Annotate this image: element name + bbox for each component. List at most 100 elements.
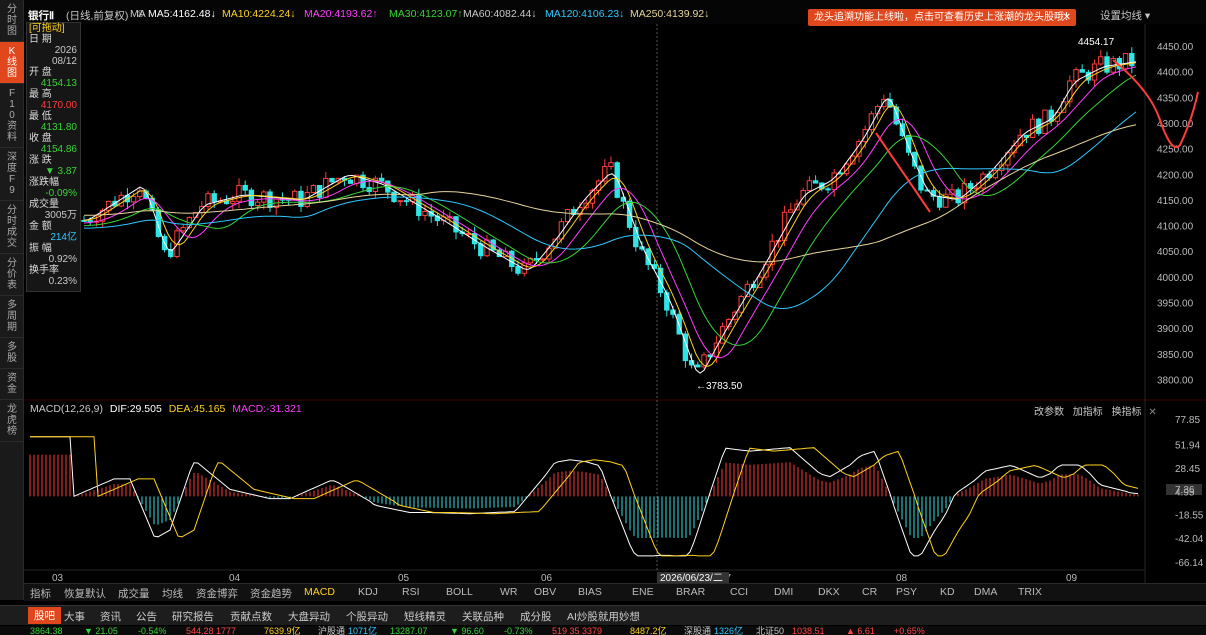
indicator-tab-19[interactable]: PSY	[896, 586, 917, 598]
indicator-tab-2[interactable]: 成交量	[118, 586, 150, 601]
indicator-tab-15[interactable]: CCI	[730, 586, 748, 598]
close-icon[interactable]: ✕	[1148, 407, 1156, 418]
indicator-tab-5[interactable]: 资金趋势	[250, 586, 292, 601]
nav-tab-10[interactable]: 成分股	[520, 609, 552, 624]
nav-tab-9[interactable]: 关联品种	[462, 609, 504, 624]
indicator-tab-16[interactable]: DMI	[774, 586, 793, 598]
indicator-tab-10[interactable]: WR	[500, 586, 518, 598]
candle-down[interactable]	[626, 200, 633, 228]
nav-tab-0[interactable]: 股吧	[28, 607, 61, 624]
sidebar-item-5[interactable]: 分价表	[0, 254, 24, 296]
candle-down[interactable]	[478, 243, 484, 257]
nav-tab-11[interactable]: AI炒股就用妙想	[567, 609, 640, 624]
candle-up[interactable]	[422, 210, 428, 217]
nav-tab-2[interactable]: 资讯	[100, 609, 121, 624]
candle-up[interactable]	[1073, 69, 1079, 82]
candle-up[interactable]	[719, 326, 726, 344]
price-axis-label: 4350.00	[1157, 93, 1194, 104]
candle-down[interactable]	[812, 180, 819, 184]
ma-value-4: MA30:4123.07↑	[389, 8, 463, 20]
candle-down[interactable]	[378, 177, 385, 182]
sidebar-item-7[interactable]: 多股	[0, 338, 24, 369]
candle-down[interactable]	[657, 267, 664, 294]
candle-down[interactable]	[695, 364, 701, 368]
indicator-tab-7[interactable]: KDJ	[358, 586, 378, 598]
indicator-tab-22[interactable]: TRIX	[1018, 586, 1042, 598]
candle-up[interactable]	[564, 209, 571, 223]
candle-up[interactable]	[304, 192, 310, 207]
indicator-tab-18[interactable]: CR	[862, 586, 877, 598]
info-panel[interactable]: [可拖动] 日 期 2026 08/12 开 盘 4154.13 最 高 417…	[26, 22, 81, 292]
sidebar-item-9[interactable]: 龙虎榜	[0, 400, 24, 442]
nav-tab-8[interactable]: 短线精灵	[404, 609, 446, 624]
notice-banner[interactable]: 龙头追溯功能上线啦，点击可查看历史上涨潮的龙头股哦！ ✕	[808, 9, 1076, 26]
chart-mode[interactable]: (日线,前复权)	[66, 8, 128, 23]
ma-value-6: MA120:4106.23↓	[545, 8, 625, 20]
kline-chart[interactable]: 4450.004400.004350.004300.004250.004200.…	[0, 0, 1206, 635]
indicator-tab-9[interactable]: BOLL	[446, 586, 473, 598]
sidebar-item-0[interactable]: 分时图	[0, 0, 24, 42]
candle-up[interactable]	[230, 200, 236, 205]
candle-up[interactable]	[806, 180, 813, 191]
nav-tab-5[interactable]: 贡献点数	[230, 609, 272, 624]
nav-tab-6[interactable]: 大盘异动	[288, 609, 330, 624]
candle-down[interactable]	[633, 226, 639, 248]
candle-down[interactable]	[329, 177, 335, 183]
candle-down[interactable]	[664, 292, 670, 311]
high-value: 4170.00	[40, 100, 77, 111]
indicator-tab-20[interactable]: KD	[940, 586, 955, 598]
nav-tab-3[interactable]: 公告	[136, 609, 157, 624]
candle-down[interactable]	[825, 188, 831, 191]
candle-up[interactable]	[397, 200, 403, 203]
nav-tab-7[interactable]: 个股异动	[346, 609, 388, 624]
add-indicator-link[interactable]: 加指标	[1073, 407, 1103, 418]
candle-down[interactable]	[267, 191, 273, 208]
sidebar-item-1[interactable]: K线图	[0, 42, 24, 84]
settings-ma-button[interactable]: 设置均线 ▾	[1100, 8, 1150, 23]
edit-params-link[interactable]: 改参数	[1034, 407, 1064, 418]
candle-up[interactable]	[1098, 56, 1104, 65]
close-icon[interactable]: ✕	[1063, 9, 1071, 26]
candle-up[interactable]	[788, 209, 794, 213]
sidebar-item-2[interactable]: F10资料	[0, 84, 24, 148]
indicator-tab-13[interactable]: ENE	[632, 586, 654, 598]
indicator-tab-4[interactable]: 资金博弈	[196, 586, 238, 601]
candle-down[interactable]	[211, 193, 217, 202]
sidebar-item-6[interactable]: 多周期	[0, 296, 24, 338]
candle-down[interactable]	[248, 189, 255, 207]
change-indicator-link[interactable]: 换指标	[1112, 407, 1142, 418]
indicator-tab-14[interactable]: BRAR	[676, 586, 705, 598]
nav-tab-4[interactable]: 研究报告	[172, 609, 214, 624]
candle-up[interactable]	[608, 162, 614, 168]
indicator-tab-3[interactable]: 均线	[162, 586, 183, 601]
candle-up[interactable]	[1122, 53, 1129, 70]
indicator-tab-1[interactable]: 恢复默认	[64, 586, 106, 601]
candle-up[interactable]	[236, 184, 242, 202]
indicator-tab-0[interactable]: 指标	[30, 586, 51, 601]
candle-up[interactable]	[310, 185, 317, 194]
indicator-tab-11[interactable]: OBV	[534, 586, 556, 598]
indicator-tab-6[interactable]: MACD	[304, 586, 335, 598]
candle-down[interactable]	[1079, 69, 1085, 73]
candle-up[interactable]	[961, 183, 968, 204]
sidebar-item-8[interactable]: 资金	[0, 369, 24, 400]
candle-down[interactable]	[347, 179, 354, 184]
sidebar-item-3[interactable]: 深度F9	[0, 148, 24, 201]
candle-down[interactable]	[87, 220, 93, 223]
candle-down[interactable]	[936, 195, 943, 208]
indicator-tab-17[interactable]: DKX	[818, 586, 840, 598]
nav-tab-1[interactable]: 大事	[64, 609, 85, 624]
candle-down[interactable]	[1104, 56, 1110, 73]
indicator-tab-21[interactable]: DMA	[974, 586, 997, 598]
indicator-tab-8[interactable]: RSI	[402, 586, 420, 598]
indicator-tab-12[interactable]: BIAS	[578, 586, 602, 598]
candle-down[interactable]	[533, 258, 540, 261]
candle-up[interactable]	[180, 227, 186, 232]
candle-down[interactable]	[403, 200, 410, 203]
candle-down[interactable]	[918, 165, 924, 191]
candle-up[interactable]	[254, 201, 261, 207]
sidebar-item-4[interactable]: 分时成交	[0, 201, 24, 254]
candle-down[interactable]	[242, 184, 248, 191]
candle-up[interactable]	[130, 195, 137, 203]
candle-down[interactable]	[515, 266, 521, 274]
